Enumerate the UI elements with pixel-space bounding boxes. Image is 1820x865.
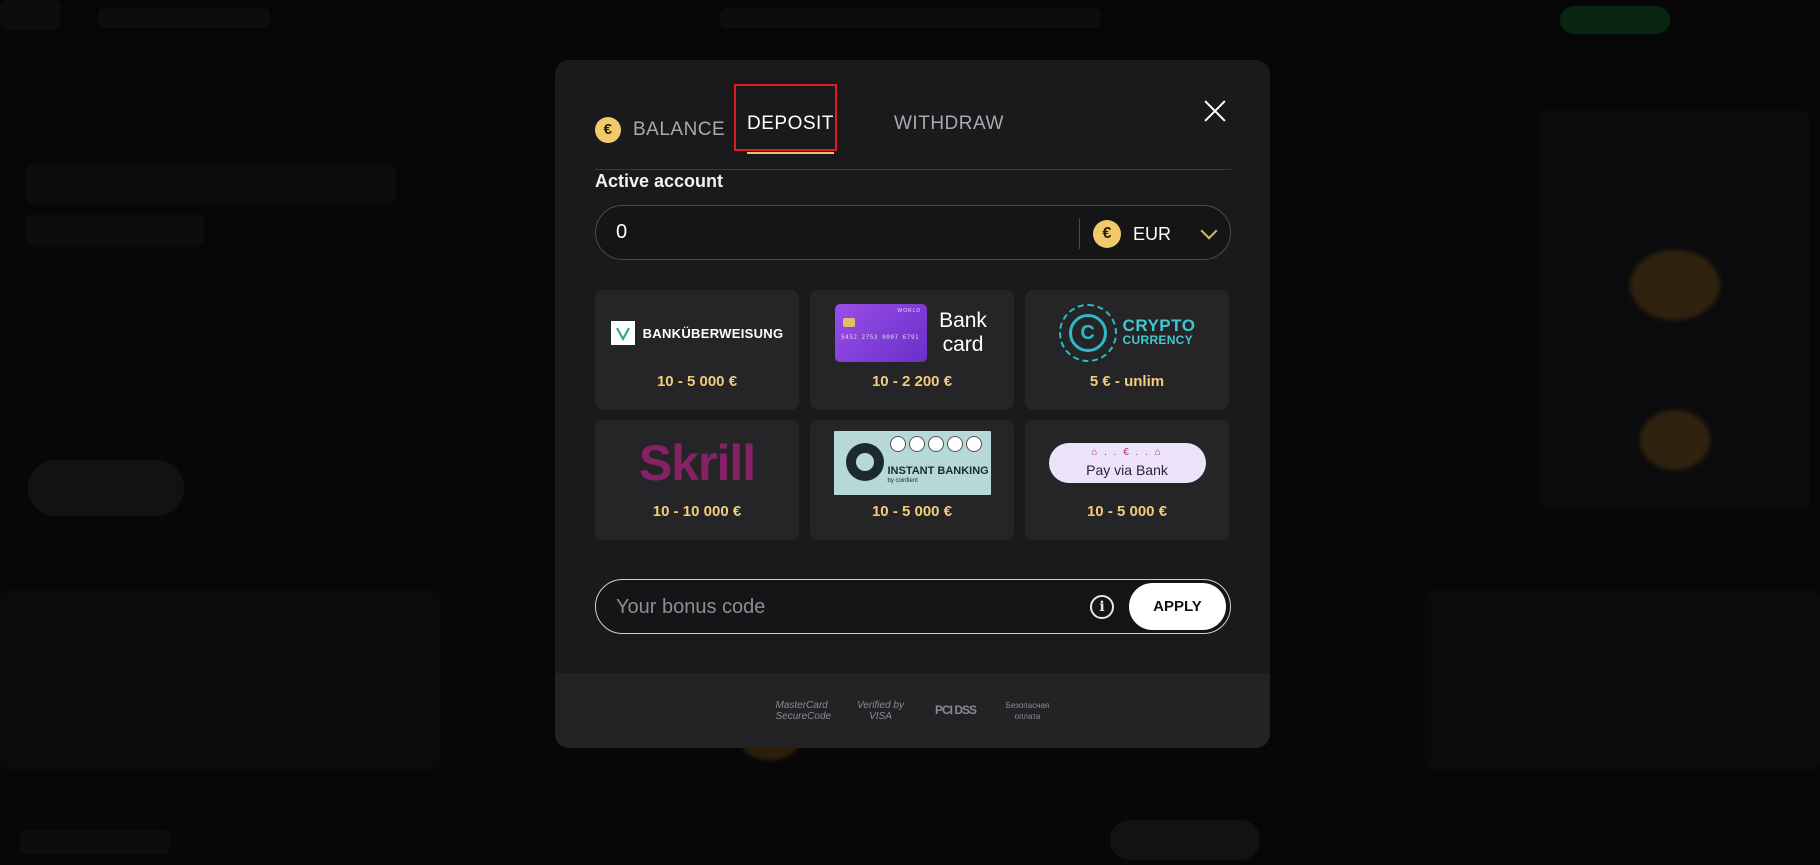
payment-range: 10 - 5 000 € xyxy=(656,373,738,390)
tab-active-underline xyxy=(747,152,834,154)
crypto-label-line2: CURRENCY xyxy=(1122,333,1193,347)
payment-method-crypto[interactable]: C CRYPTO CURRENCY 5 € - unlim xyxy=(1025,290,1229,410)
bank-building-icons: ⌂ . . € . . ⌂ xyxy=(1091,447,1163,458)
payment-range: 10 - 5 000 € xyxy=(871,503,953,520)
payment-method-instant-banking[interactable]: INSTANT BANKING by coinfient 10 - 5 000 … xyxy=(810,420,1014,540)
payment-range: 10 - 5 000 € xyxy=(1086,503,1168,520)
secure-payment-card-icon: Безопасная оплата xyxy=(1005,700,1050,721)
instant-banking-label: INSTANT BANKING xyxy=(887,465,989,477)
skrill-logo-icon: Skrill xyxy=(595,432,799,494)
bonus-code-field: i APPLY xyxy=(595,579,1231,634)
instant-banking-logo-icon: INSTANT BANKING by coinfient xyxy=(810,431,1014,495)
mastercard-securecode-icon: MasterCard SecureCode xyxy=(775,699,832,722)
instant-banking-circle-icon xyxy=(845,443,884,481)
bank-card-label: Bank card xyxy=(939,309,987,356)
tab-deposit-label: DEPOSIT xyxy=(747,113,834,134)
apply-button[interactable]: APPLY xyxy=(1129,583,1226,630)
card-number: 5452 2753 0007 6791 xyxy=(841,334,920,341)
sepa-logo-icon: BANKÜBERWEISUNG xyxy=(595,302,799,364)
payment-method-pay-via-bank[interactable]: ⌂ . . € . . ⌂ Pay via Bank 10 - 5 000 € xyxy=(1025,420,1229,540)
payment-method-skrill[interactable]: Skrill 10 - 10 000 € xyxy=(595,420,799,540)
info-icon[interactable]: i xyxy=(1090,595,1114,619)
instant-banking-sub: by coinfient xyxy=(887,478,918,484)
currency-select[interactable]: € EUR xyxy=(1093,219,1218,249)
pci-dss-icon: PCI DSS xyxy=(934,703,977,717)
active-account-field[interactable]: 0 € EUR xyxy=(595,205,1231,260)
pay-via-bank-logo-icon: ⌂ . . € . . ⌂ Pay via Bank xyxy=(1025,432,1229,494)
credit-card-icon: WORLD 5452 2753 0007 6791 Bank card xyxy=(810,302,1014,364)
bank-icons xyxy=(889,436,982,452)
bank-transfer-label: BANKÜBERWEISUNG xyxy=(642,325,784,341)
payment-methods-grid: BANKÜBERWEISUNG 10 - 5 000 € WORLD 5452 … xyxy=(595,290,1231,540)
close-icon[interactable] xyxy=(1200,96,1230,126)
payment-method-bank-card[interactable]: WORLD 5452 2753 0007 6791 Bank card 10 -… xyxy=(810,290,1014,410)
tab-balance-label: BALANCE xyxy=(633,119,726,140)
tab-balance[interactable]: € BALANCE xyxy=(595,110,725,150)
divider xyxy=(1079,218,1080,249)
chevron-down-icon xyxy=(1200,222,1218,240)
currency-code: EUR xyxy=(1133,223,1172,244)
crypto-label-line1: CRYPTO xyxy=(1122,316,1196,335)
account-amount: 0 xyxy=(616,221,628,243)
tab-deposit[interactable]: DEPOSIT xyxy=(747,110,834,154)
card-image: WORLD 5452 2753 0007 6791 xyxy=(835,304,927,362)
security-badges-footer: MasterCard SecureCode Verified by VISA P… xyxy=(555,673,1270,748)
skrill-logo-text: Skrill xyxy=(638,435,756,491)
card-brand: WORLD xyxy=(897,308,921,314)
payment-range: 10 - 2 200 € xyxy=(871,373,953,390)
tab-withdraw[interactable]: WITHDRAW xyxy=(894,110,1004,150)
euro-coin-icon: € xyxy=(1093,220,1121,248)
crypto-coin-icon: C xyxy=(1058,304,1117,362)
crypto-coin-icon: C CRYPTO CURRENCY xyxy=(1025,302,1229,364)
pay-via-bank-label: Pay via Bank xyxy=(1086,462,1168,478)
payment-range: 10 - 10 000 € xyxy=(652,503,742,520)
card-chip-icon xyxy=(843,318,855,327)
payment-range: 5 € - unlim xyxy=(1089,373,1165,390)
tab-withdraw-label: WITHDRAW xyxy=(894,113,1004,134)
euro-coin-icon: € xyxy=(595,117,621,143)
verified-by-visa-icon: Verified by VISA xyxy=(857,699,904,722)
wallet-tabs: € BALANCE DEPOSIT WITHDRAW xyxy=(595,90,1231,170)
sepa-check-icon xyxy=(610,321,635,345)
active-account-label: Active account xyxy=(595,171,724,191)
wallet-modal: € BALANCE DEPOSIT WITHDRAW Active accoun… xyxy=(555,60,1270,748)
bonus-code-input[interactable] xyxy=(616,590,1076,624)
payment-method-bank-transfer[interactable]: BANKÜBERWEISUNG 10 - 5 000 € xyxy=(595,290,799,410)
